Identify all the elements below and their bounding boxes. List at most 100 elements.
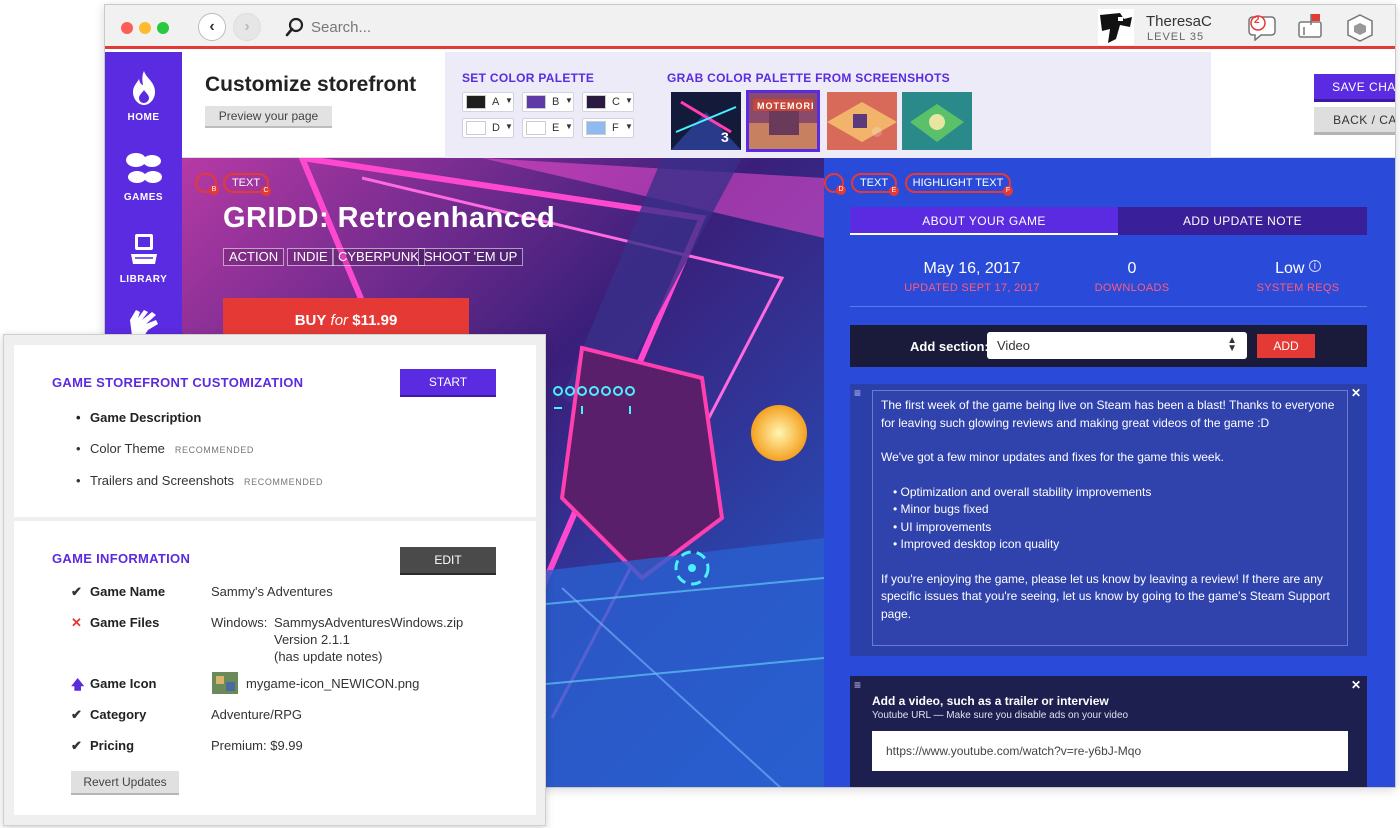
tab-add-update-note[interactable]: ADD UPDATE NOTE	[1118, 207, 1367, 235]
minimize-window-button[interactable]	[139, 22, 151, 34]
save-changes-button[interactable]: SAVE CHANGES	[1314, 74, 1395, 102]
info-value-game-files-version: Version 2.1.1	[274, 632, 350, 647]
swatch-label: D	[492, 122, 500, 134]
about-list-item: • Minor bugs fixed	[893, 502, 989, 516]
swatch-f[interactable]: F ▼	[582, 118, 634, 138]
marker-d[interactable]: D	[824, 173, 846, 195]
add-section-button[interactable]: ADD	[1257, 334, 1315, 358]
step-trailers-screenshots[interactable]: • Trailers and Screenshots RECOMMENDED	[76, 473, 323, 488]
step-color-theme[interactable]: • Color Theme RECOMMENDED	[76, 441, 254, 456]
back-cancel-button[interactable]: BACK / CANCEL	[1314, 107, 1395, 135]
remove-section-button[interactable]: ✕	[1351, 386, 1361, 400]
caret-down-icon: ▼	[565, 96, 573, 105]
swatch-b[interactable]: B ▼	[522, 92, 574, 112]
screenshot-thumb-1[interactable]: 3	[671, 92, 741, 150]
remove-video-button[interactable]: ✕	[1351, 678, 1361, 692]
about-panel: D TEXT E HIGHLIGHT TEXT F ABOUT YOUR GAM…	[824, 158, 1395, 787]
chat-notification-button[interactable]: 2	[1247, 13, 1277, 46]
info-key-game-icon: Game Icon	[90, 676, 157, 691]
swatch-e[interactable]: E ▼	[522, 118, 574, 138]
revert-updates-button[interactable]: Revert Updates	[71, 771, 179, 795]
screenshot-thumb-2[interactable]: MOTEMORI	[746, 90, 820, 152]
screenshot-thumb-3[interactable]	[827, 92, 897, 150]
drag-handle-icon[interactable]: ≡	[854, 386, 861, 400]
sidebar-item-home[interactable]: HOME	[105, 70, 182, 123]
about-text-section: ≡ ✕ The first week of the game being liv…	[850, 384, 1367, 656]
tab-about-your-game[interactable]: ABOUT YOUR GAME	[850, 207, 1118, 235]
screenshot-thumb-4[interactable]	[902, 92, 972, 150]
swatch-chip	[586, 95, 606, 109]
text-style-pill-right[interactable]: TEXT E	[851, 173, 899, 196]
inbox-icon	[1298, 14, 1322, 38]
step-game-description[interactable]: • Game Description	[76, 410, 201, 425]
preview-page-button[interactable]: Preview your page	[205, 106, 332, 128]
caret-down-icon: ▼	[505, 122, 513, 131]
section-type-value: Video	[997, 338, 1031, 353]
set-palette-label: SET COLOR PALETTE	[462, 71, 595, 85]
computer-icon	[130, 234, 157, 264]
error-x-icon: ✕	[71, 615, 82, 630]
inbox-button[interactable]	[1296, 13, 1326, 46]
marker-b[interactable]: B	[195, 173, 219, 195]
game-icon-thumbnail	[212, 672, 238, 694]
close-window-button[interactable]	[121, 22, 133, 34]
video-section: ≡ ✕ Add a video, such as a trailer or in…	[850, 676, 1367, 787]
about-textarea[interactable]: The first week of the game being live on…	[872, 390, 1348, 646]
text-style-pill[interactable]: TEXT C	[223, 173, 271, 196]
info-value-game-files-note: (has update notes)	[274, 649, 383, 664]
customization-card: GAME STOREFRONT CUSTOMIZATION START • Gam…	[14, 345, 536, 517]
info-key-category: Category	[90, 707, 147, 722]
text-pill-label: TEXT	[231, 177, 261, 189]
sidebar-label-home: HOME	[127, 112, 160, 123]
recommended-badge: RECOMMENDED	[244, 477, 324, 487]
info-value-game-name: Sammy's Adventures	[211, 584, 333, 599]
sidebar-item-games[interactable]: GAMES	[105, 150, 182, 203]
maximize-window-button[interactable]	[157, 22, 169, 34]
cube-icon	[1347, 14, 1373, 42]
highlight-text-pill[interactable]: HIGHLIGHT TEXT F	[905, 173, 1013, 196]
info-value-category: Adventure/RPG	[211, 707, 303, 722]
username[interactable]: TheresaC	[1146, 13, 1212, 30]
info-icon[interactable]: i	[1308, 260, 1321, 272]
svg-text:3: 3	[721, 129, 729, 145]
drag-handle-icon[interactable]: ≡	[854, 678, 861, 692]
tag-action[interactable]: ACTION	[223, 248, 285, 266]
search-input[interactable]	[311, 15, 711, 39]
start-button[interactable]: START	[400, 369, 496, 397]
info-key-game-name: Game Name	[90, 584, 166, 599]
tag-cyberpunk[interactable]: CYBERPUNK	[332, 248, 425, 266]
swatch-chip	[466, 95, 486, 109]
back-icon: ‹	[209, 18, 215, 35]
sidebar-item-library[interactable]: LIBRARY	[105, 232, 182, 285]
caret-down-icon: ▼	[565, 122, 573, 131]
swatch-label: A	[492, 96, 500, 108]
forward-button[interactable]: ›	[233, 13, 261, 41]
add-section-label: Add section:	[910, 339, 989, 354]
swatch-a[interactable]: A ▼	[462, 92, 514, 112]
search-icon[interactable]	[285, 17, 305, 37]
check-icon: ✔	[71, 738, 82, 753]
user-level: LEVEL 35	[1147, 31, 1205, 43]
tab-bar: ABOUT YOUR GAME ADD UPDATE NOTE	[850, 207, 1367, 235]
updated-date: UPDATED SEPT 17, 2017	[904, 282, 1040, 294]
add-section-bar: Add section: Video ▲ ▼ ADD	[850, 325, 1367, 367]
swatch-d[interactable]: D ▼	[462, 118, 514, 138]
video-url-input[interactable]	[872, 731, 1348, 771]
tag-shoot-em-up[interactable]: SHOOT 'EM UP	[418, 248, 524, 266]
section-type-select[interactable]: Video ▲ ▼	[987, 332, 1247, 359]
swatch-c[interactable]: C ▼	[582, 92, 634, 112]
buy-for-label: for	[330, 312, 349, 329]
swatch-chip	[586, 121, 606, 135]
grab-palette-label: GRAB COLOR PALETTE FROM SCREENSHOTS	[667, 71, 950, 85]
highlight-pill-label: HIGHLIGHT TEXT	[912, 177, 1004, 189]
edit-button[interactable]: EDIT	[400, 547, 496, 575]
avatar[interactable]	[1098, 9, 1134, 45]
back-button[interactable]: ‹	[198, 13, 226, 41]
palette-area: SET COLOR PALETTE A ▼ B ▼ C ▼ D ▼ E ▼ F …	[445, 52, 1211, 158]
check-icon: ✔	[71, 707, 82, 722]
tag-indie[interactable]: INDIE	[287, 248, 334, 266]
about-paragraph-3: If you're enjoying the game, please let …	[881, 571, 1330, 621]
sidebar-label-library: LIBRARY	[119, 274, 168, 285]
cube-button[interactable]	[1345, 13, 1375, 48]
screenshot-logo-text: MOTEMORI	[757, 101, 815, 111]
